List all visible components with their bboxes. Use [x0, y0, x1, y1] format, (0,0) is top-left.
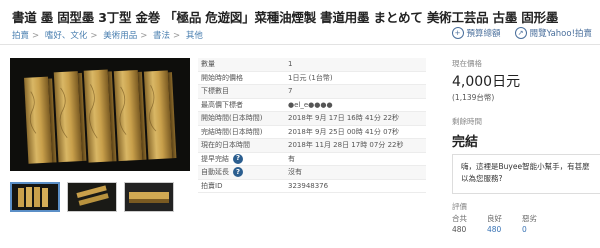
- breadcrumb-art-supplies[interactable]: 美術用品: [103, 31, 137, 41]
- detail-label: 數量: [201, 60, 215, 69]
- breadcrumb-other[interactable]: 其他: [186, 31, 203, 41]
- rating-total-value: 480: [452, 225, 467, 234]
- breadcrumb-hobby-culture[interactable]: 嗜好、文化: [45, 31, 88, 41]
- detail-label: 自動延長: [201, 168, 229, 177]
- detail-row-end-time: 完結時間(日本時間) 2018年 9月 25日 00時 41分 07秒: [198, 126, 426, 139]
- view-on-yahoo-label: 閱覽Yahoo!拍賣: [529, 29, 592, 39]
- detail-label: 提早完結: [201, 154, 229, 163]
- detail-value: 323948376: [288, 181, 329, 190]
- breadcrumb-calligraphy[interactable]: 書法: [153, 31, 170, 41]
- detail-value: 沒有: [288, 168, 302, 177]
- detail-value: 2018年 9月 25日 00時 41分 07秒: [288, 127, 400, 136]
- detail-row-quantity: 數量 1: [198, 58, 426, 72]
- rating-bad-label: 惡劣: [522, 214, 537, 223]
- budget-total-button[interactable]: + 預算總額: [451, 27, 501, 39]
- detail-label: 下標數目: [201, 87, 229, 96]
- detail-value: ●el_e●●●●: [288, 100, 333, 109]
- current-price-jpy: 4,000日元: [452, 74, 521, 90]
- thumbnail-1[interactable]: [10, 182, 60, 212]
- chat-assistant-bubble[interactable]: 嗨，這裡是Buyee智能小幫手，有甚麼 以為您服務?: [452, 154, 600, 194]
- calculator-icon: +: [451, 27, 464, 39]
- detail-value: 2018年 11月 28日 17時 07分 22秒: [288, 141, 404, 150]
- current-price-twd: (1,139台幣): [452, 93, 495, 102]
- listing-title: 書道 墨 固型墨 3丁型 金巻 「極品 危遊図」菜種油煙製 書道用墨 まとめて …: [12, 10, 559, 25]
- help-icon[interactable]: ?: [233, 167, 243, 178]
- detail-row-bid-count: 下標數目 7: [198, 85, 426, 99]
- detail-row-highest-bidder: 最高價下標者 ●el_e●●●●: [198, 99, 426, 112]
- breadcrumb-auction[interactable]: 拍賣: [12, 31, 29, 41]
- detail-row-auto-extend: 自動延長 ? 沒有: [198, 166, 426, 180]
- chat-line-1: 嗨，這裡是Buyee智能小幫手，有甚麼: [461, 162, 590, 171]
- item-details-table: 數量 1 開始時的價格 1日元 (1台幣) 下標數目 7 最高價下標者 ●el_…: [198, 58, 426, 193]
- help-icon[interactable]: ?: [233, 153, 243, 164]
- detail-label: 拍賣ID: [201, 181, 223, 190]
- detail-row-start-price: 開始時的價格 1日元 (1台幣): [198, 72, 426, 85]
- detail-label: 開始時的價格: [201, 73, 243, 82]
- thumbnail-1-image: [12, 184, 58, 210]
- budget-total-label: 預算總額: [466, 29, 501, 39]
- chat-line-2: 以為您服務?: [461, 174, 503, 183]
- remaining-time-label: 剩餘時間: [452, 117, 482, 126]
- detail-row-current-time: 現在的日本時間 2018年 11月 28日 17時 07分 22秒: [198, 139, 426, 153]
- price-panel: 現在價格 4,000日元 (1,139台幣) 剩餘時間 完結: [452, 58, 600, 150]
- thumbnail-3-image: [125, 183, 173, 211]
- detail-value: 有: [288, 154, 295, 163]
- current-price-label: 現在價格: [452, 59, 482, 68]
- top-actions: + 預算總額 ↗ 閱覽Yahoo!拍賣: [451, 27, 592, 39]
- detail-value: 2018年 9月 17日 16時 41分 22秒: [288, 114, 400, 123]
- detail-label: 開始時間(日本時間): [201, 114, 263, 123]
- seller-rating: 評價 合共 480 良好 480 惡劣 0: [452, 201, 600, 234]
- thumbnail-strip: [10, 182, 174, 212]
- rating-good-value[interactable]: 480: [487, 225, 522, 234]
- ink-sticks-photo: [10, 58, 190, 171]
- detail-value: 1日元 (1台幣): [288, 73, 333, 82]
- detail-row-early-end: 提早完結 ? 有: [198, 153, 426, 166]
- rating-good-label: 良好: [487, 214, 502, 223]
- breadcrumb: 拍賣 > 嗜好、文化 > 美術用品 > 書法 > 其他: [12, 31, 203, 41]
- detail-row-auction-id: 拍賣ID 323948376: [198, 180, 426, 193]
- detail-value: 1: [288, 60, 293, 69]
- rating-bad[interactable]: 惡劣 0: [522, 213, 557, 234]
- detail-row-start-time: 開始時間(日本時間) 2018年 9月 17日 16時 41分 22秒: [198, 112, 426, 126]
- view-on-yahoo-button[interactable]: ↗ 閱覽Yahoo!拍賣: [514, 27, 592, 39]
- detail-label: 完結時間(日本時間): [201, 127, 263, 136]
- rating-label: 評價: [452, 202, 467, 211]
- rating-total-label: 合共: [452, 214, 467, 223]
- thumbnail-2[interactable]: [67, 182, 117, 212]
- external-link-icon: ↗: [514, 27, 527, 39]
- rating-total: 合共 480: [452, 213, 487, 234]
- rating-bad-value[interactable]: 0: [522, 225, 557, 234]
- rating-good[interactable]: 良好 480: [487, 213, 522, 234]
- detail-label: 現在的日本時間: [201, 141, 250, 150]
- product-main-photo[interactable]: [10, 58, 190, 171]
- thumbnail-2-image: [68, 183, 116, 211]
- detail-value: 7: [288, 87, 293, 96]
- detail-label: 最高價下標者: [201, 100, 243, 109]
- remaining-time-value: 完結: [452, 135, 479, 150]
- header-divider: [0, 44, 600, 45]
- thumbnail-3[interactable]: [124, 182, 174, 212]
